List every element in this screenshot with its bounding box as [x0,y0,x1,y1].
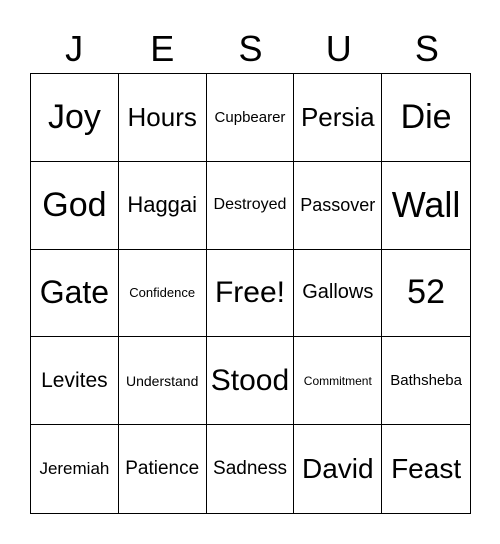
bingo-cell[interactable]: Levites [31,337,119,426]
bingo-cell[interactable]: Commitment [294,337,383,426]
bingo-cell[interactable]: Joy [31,74,119,162]
bingo-cell[interactable]: Free! [206,249,295,338]
bingo-cell-text: Confidence [129,285,196,301]
bingo-cell-text: Cupbearer [214,108,286,126]
bingo-cell[interactable]: Passover [294,161,383,250]
bingo-cell[interactable]: Patience [119,425,207,513]
bingo-cell[interactable]: Gallows [294,249,383,338]
bingo-cell[interactable]: Wall [382,162,470,250]
bingo-cell[interactable]: Jeremiah [31,425,119,513]
bingo-cell-text: Hours [127,101,197,132]
bingo-cell-text: Free! [214,275,285,309]
bingo-cell[interactable]: Gate [31,249,119,338]
bingo-cell[interactable]: Bathsheba [382,337,470,426]
header-letter: S [414,28,439,69]
bingo-cell[interactable]: Stood [206,337,295,426]
bingo-cell[interactable]: Die [382,74,470,162]
bingo-cell[interactable]: Destroyed [206,161,295,250]
bingo-cell[interactable]: David [294,425,383,513]
bingo-cell-text: Gallows [302,281,374,304]
bingo-cell-text: Feast [391,453,462,485]
bingo-cell-text: Stood [210,363,290,397]
bingo-cell[interactable]: God [31,161,119,250]
bingo-header: J E S U S [30,26,471,72]
bingo-cell[interactable]: Persia [294,74,383,162]
header-letter: E [150,28,175,69]
bingo-cell[interactable]: Feast [382,425,470,513]
bingo-cell-text: Haggai [127,192,198,218]
bingo-cell-text: 52 [407,273,445,312]
bingo-cell-text: God [42,185,107,224]
bingo-cell-text: Commitment [303,373,372,388]
bingo-cell[interactable]: Understand [118,337,207,426]
header-letter: U [325,28,352,69]
bingo-cell[interactable]: Sadness [207,425,295,513]
bingo-cell-text: Jeremiah [39,459,110,479]
bingo-cell-text: Understand [126,372,199,389]
bingo-cell-text: Persia [300,101,375,132]
header-letter: J [65,28,84,69]
bingo-cell-text: Destroyed [213,196,287,214]
bingo-cell-text: Passover [300,194,376,215]
bingo-cell-text: Sadness [213,458,287,480]
bingo-cell-text: David [301,453,374,485]
bingo-cell-text: Gate [39,274,110,311]
bingo-cell[interactable]: Hours [118,74,207,162]
bingo-cell[interactable]: Cupbearer [206,74,295,162]
bingo-grid: Joy Hours Cupbearer Persia Die God Haggai Destr… [30,73,471,514]
bingo-cell-text: Wall [391,184,461,226]
bingo-cell[interactable]: 52 [382,250,470,338]
bingo-cell-text: Joy [47,97,101,136]
bingo-cell[interactable]: Confidence [118,249,207,338]
bingo-cell[interactable]: Haggai [118,161,207,250]
bingo-cell-text: Patience [125,458,200,480]
header-letter: S [238,28,263,69]
bingo-cell-text: Levites [41,368,108,392]
bingo-cell-text: Die [400,97,452,136]
bingo-cell-text: Bathsheba [390,372,462,390]
